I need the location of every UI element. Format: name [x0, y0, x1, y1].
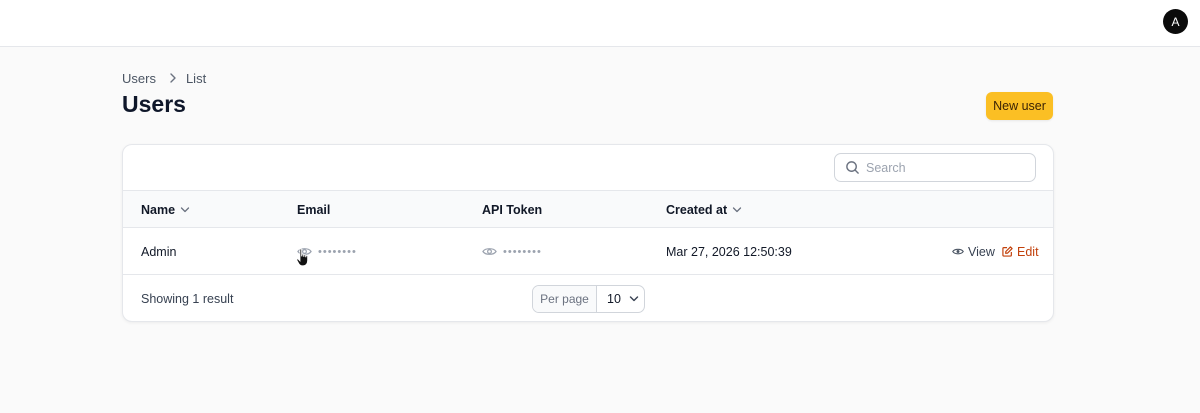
table-header: Name Email API Token Created at	[123, 190, 1053, 229]
per-page-control: Per page 10	[532, 285, 645, 313]
view-action-label: View	[968, 244, 995, 259]
breadcrumb-item-list: List	[185, 70, 207, 86]
column-header-label: Name	[141, 203, 176, 217]
users-table-card: Name Email API Token Created at Admin ••…	[122, 144, 1054, 322]
column-header-label: Email	[297, 203, 331, 217]
column-header-api-token: API Token	[482, 191, 542, 229]
edit-action-label: Edit	[1017, 244, 1039, 259]
results-count: Showing 1 result	[141, 292, 234, 306]
chevron-down-icon	[732, 207, 742, 213]
chevron-right-icon	[169, 73, 177, 83]
search-box[interactable]	[834, 153, 1036, 182]
chevron-down-icon	[629, 296, 639, 302]
table-row[interactable]: Admin •••••••• •••••••• Mar 27, 2026 12:…	[123, 228, 1053, 275]
column-header-label: Created at	[666, 203, 728, 217]
masked-email: ••••••••	[318, 245, 357, 258]
per-page-select[interactable]: 10	[597, 286, 644, 312]
page-title: Users	[122, 91, 186, 117]
user-avatar[interactable]: A	[1163, 9, 1188, 34]
per-page-value: 10	[607, 292, 621, 306]
view-action[interactable]: View	[952, 228, 995, 275]
hand-pointer-cursor-icon	[296, 248, 308, 267]
edit-icon	[1002, 246, 1013, 257]
cell-api-token: ••••••••	[482, 228, 542, 275]
column-header-label: API Token	[482, 203, 543, 217]
breadcrumb-item-users[interactable]: Users	[122, 71, 156, 86]
search-input[interactable]	[866, 160, 1026, 175]
eye-icon	[952, 248, 964, 255]
reveal-token-button[interactable]	[482, 246, 497, 257]
search-icon	[846, 161, 859, 174]
column-header-name[interactable]: Name	[141, 191, 190, 229]
per-page-label: Per page	[533, 286, 597, 312]
table-footer: Showing 1 result Per page 10	[123, 276, 1053, 321]
eye-icon	[482, 248, 497, 255]
breadcrumb: Users List	[122, 70, 206, 86]
edit-action[interactable]: Edit	[1002, 228, 1039, 275]
column-header-created-at[interactable]: Created at	[666, 191, 742, 229]
new-user-button[interactable]: New user	[986, 92, 1053, 120]
cell-created-at: Mar 27, 2026 12:50:39	[666, 244, 792, 259]
top-navbar: A	[0, 0, 1200, 47]
cell-name: Admin	[141, 244, 177, 259]
chevron-down-icon	[180, 207, 190, 213]
column-header-email: Email	[297, 191, 330, 229]
masked-api-token: ••••••••	[503, 245, 542, 258]
